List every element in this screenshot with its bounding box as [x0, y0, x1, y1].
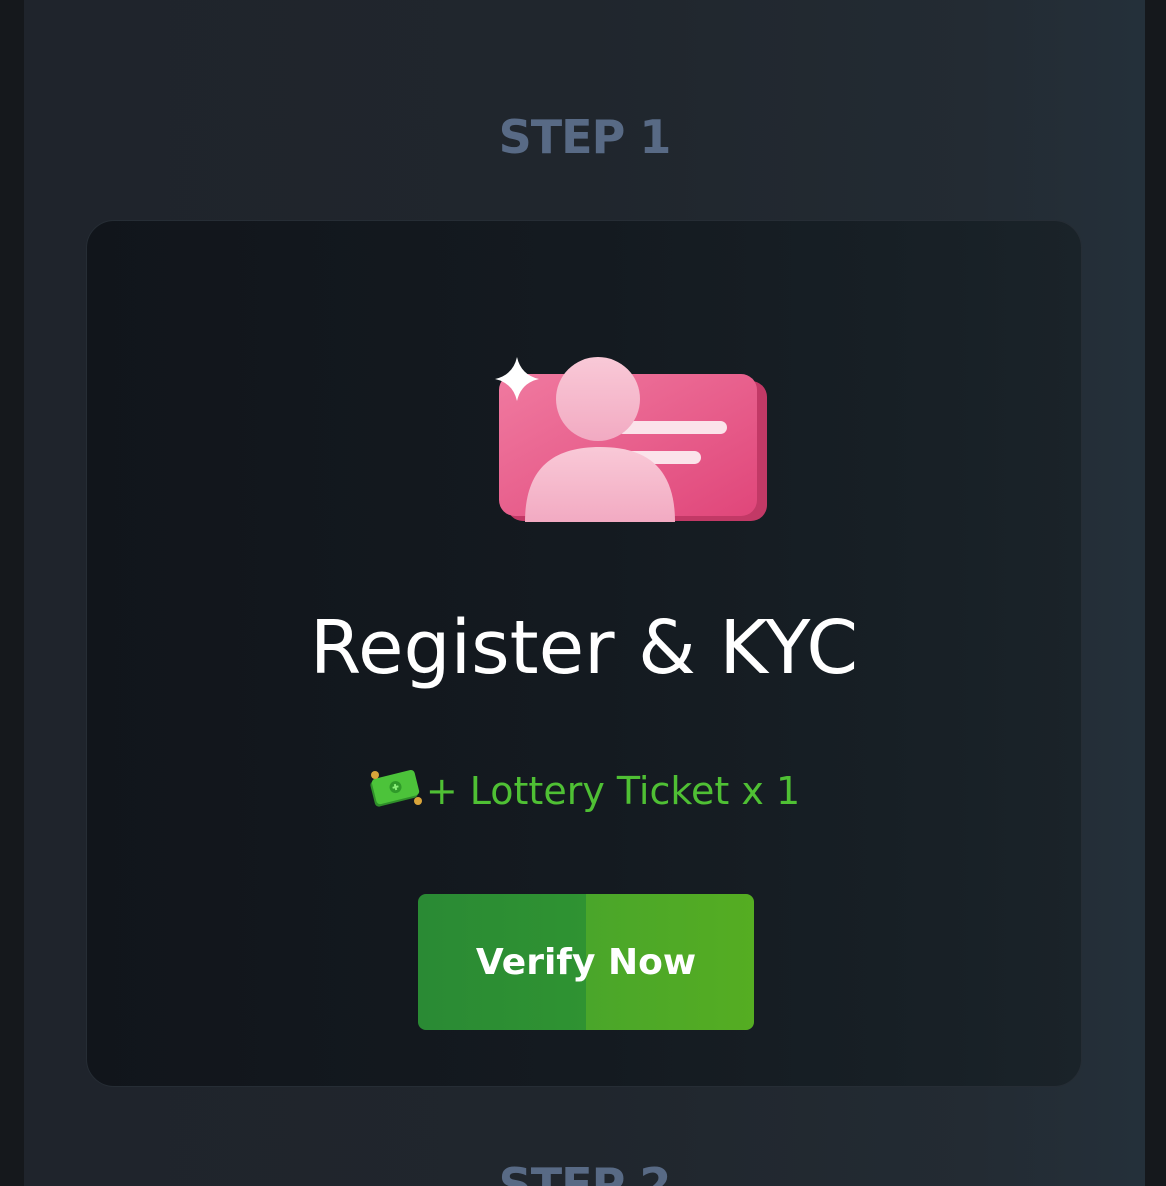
page: STEP 1 Register & KYC + Lottery Ticket x…	[0, 0, 1166, 1186]
card-title: Register & KYC	[309, 605, 859, 691]
id-card-user-icon	[495, 357, 767, 522]
reward-text: + Lottery Ticket x 1	[425, 769, 801, 813]
step-1-card: Register & KYC + Lottery Ticket x 1 Veri…	[86, 220, 1082, 1087]
step-1-title: STEP 1	[498, 110, 672, 164]
lottery-ticket-icon	[370, 769, 422, 807]
steps-panel: STEP 1 Register & KYC + Lottery Ticket x…	[24, 0, 1145, 1186]
reward-line: + Lottery Ticket x 1	[87, 766, 1081, 813]
verify-now-button[interactable]: Verify Now	[418, 894, 754, 1030]
step-2-title: STEP 2	[498, 1158, 672, 1186]
